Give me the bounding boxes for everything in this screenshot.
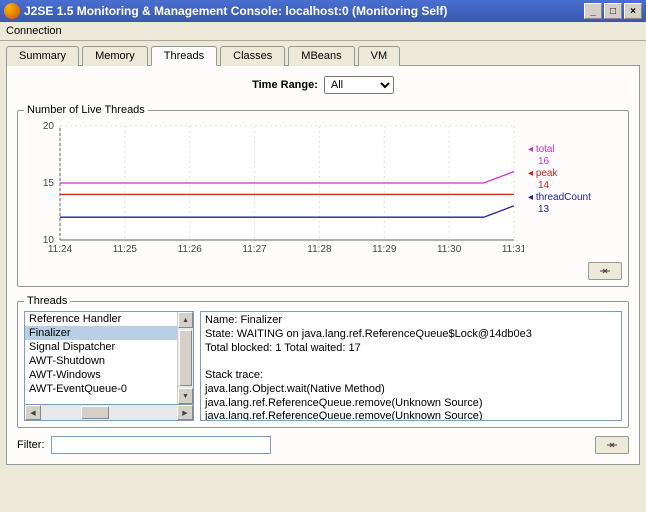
threads-legend: Threads bbox=[24, 295, 70, 307]
window-title: J2SE 1.5 Monitoring & Management Console… bbox=[24, 4, 584, 18]
legend-peak-label: peak bbox=[536, 168, 558, 179]
list-item[interactable]: Signal Dispatcher bbox=[25, 340, 177, 354]
svg-text:20: 20 bbox=[43, 121, 55, 132]
thread-list-hscroll[interactable]: ◀ ▶ bbox=[24, 405, 194, 421]
scroll-up-icon[interactable]: ▲ bbox=[178, 312, 193, 328]
time-range-label: Time Range: bbox=[252, 79, 318, 91]
svg-text:11:24: 11:24 bbox=[48, 244, 73, 255]
scroll-left-icon[interactable]: ◀ bbox=[25, 405, 41, 420]
tab-memory[interactable]: Memory bbox=[82, 46, 148, 66]
svg-text:11:30: 11:30 bbox=[437, 244, 462, 255]
tab-mbeans[interactable]: MBeans bbox=[288, 46, 354, 66]
tabstrip: Summary Memory Threads Classes MBeans VM bbox=[6, 45, 640, 65]
list-item[interactable]: AWT-Shutdown bbox=[25, 354, 177, 368]
chart-collapse-button[interactable] bbox=[588, 262, 622, 280]
list-item[interactable]: Finalizer bbox=[25, 326, 177, 340]
filter-input[interactable] bbox=[51, 436, 271, 454]
svg-text:11:31: 11:31 bbox=[502, 244, 524, 255]
scroll-thumb[interactable] bbox=[179, 330, 192, 386]
thread-list-vscroll[interactable]: ▲ ▼ bbox=[177, 312, 193, 404]
legend-peak-value: 14 bbox=[528, 180, 592, 192]
menu-bar: Connection bbox=[0, 22, 646, 41]
svg-text:11:25: 11:25 bbox=[113, 244, 138, 255]
scroll-right-icon[interactable]: ▶ bbox=[177, 405, 193, 420]
list-item[interactable]: Reference Handler bbox=[25, 312, 177, 326]
hscroll-thumb[interactable] bbox=[81, 406, 109, 419]
chart-title: Number of Live Threads bbox=[24, 104, 148, 116]
live-threads-chart: 10152011:2411:2511:2611:2711:2811:2911:3… bbox=[24, 120, 524, 260]
java-cup-icon bbox=[4, 3, 20, 19]
thread-detail: Name: FinalizerState: WAITING on java.la… bbox=[200, 311, 622, 421]
threads-fieldset: Threads Reference HandlerFinalizerSignal… bbox=[17, 295, 629, 428]
legend-total-label: total bbox=[536, 144, 555, 155]
thread-listbox[interactable]: Reference HandlerFinalizerSignal Dispatc… bbox=[24, 311, 194, 405]
scroll-down-icon[interactable]: ▼ bbox=[178, 388, 193, 404]
svg-text:11:29: 11:29 bbox=[372, 244, 397, 255]
collapse-icon bbox=[606, 440, 618, 450]
time-range-select[interactable]: All bbox=[324, 76, 394, 94]
svg-text:15: 15 bbox=[43, 178, 55, 189]
maximize-button[interactable]: □ bbox=[604, 3, 622, 19]
legend-threadcount-label: threadCount bbox=[536, 192, 591, 203]
tab-vm[interactable]: VM bbox=[358, 46, 401, 66]
thread-list-wrap: Reference HandlerFinalizerSignal Dispatc… bbox=[24, 311, 194, 421]
tab-panel-threads: Time Range: All Number of Live Threads 1… bbox=[6, 65, 640, 465]
chart-fieldset: Number of Live Threads 10152011:2411:251… bbox=[17, 104, 629, 287]
filter-collapse-button[interactable] bbox=[595, 436, 629, 454]
filter-label: Filter: bbox=[17, 439, 45, 451]
title-bar: J2SE 1.5 Monitoring & Management Console… bbox=[0, 0, 646, 22]
legend-total-value: 16 bbox=[528, 156, 592, 168]
legend-threadcount-value: 13 bbox=[528, 204, 592, 216]
tab-classes[interactable]: Classes bbox=[220, 46, 285, 66]
menu-connection[interactable]: Connection bbox=[6, 25, 62, 37]
list-item[interactable]: AWT-Windows bbox=[25, 368, 177, 382]
list-item[interactable]: AWT-EventQueue-0 bbox=[25, 382, 177, 396]
svg-text:11:28: 11:28 bbox=[307, 244, 332, 255]
close-button[interactable]: × bbox=[624, 3, 642, 19]
chart-legend: ◂ total 16 ◂ peak 14 ◂ threadCount 13 bbox=[524, 144, 592, 216]
filter-row: Filter: bbox=[17, 436, 629, 454]
minimize-button[interactable]: _ bbox=[584, 3, 602, 19]
svg-text:11:26: 11:26 bbox=[178, 244, 203, 255]
svg-text:11:27: 11:27 bbox=[242, 244, 267, 255]
tab-summary[interactable]: Summary bbox=[6, 46, 79, 66]
time-range-row: Time Range: All bbox=[17, 76, 629, 94]
collapse-icon bbox=[599, 266, 611, 276]
tab-threads[interactable]: Threads bbox=[151, 46, 217, 66]
